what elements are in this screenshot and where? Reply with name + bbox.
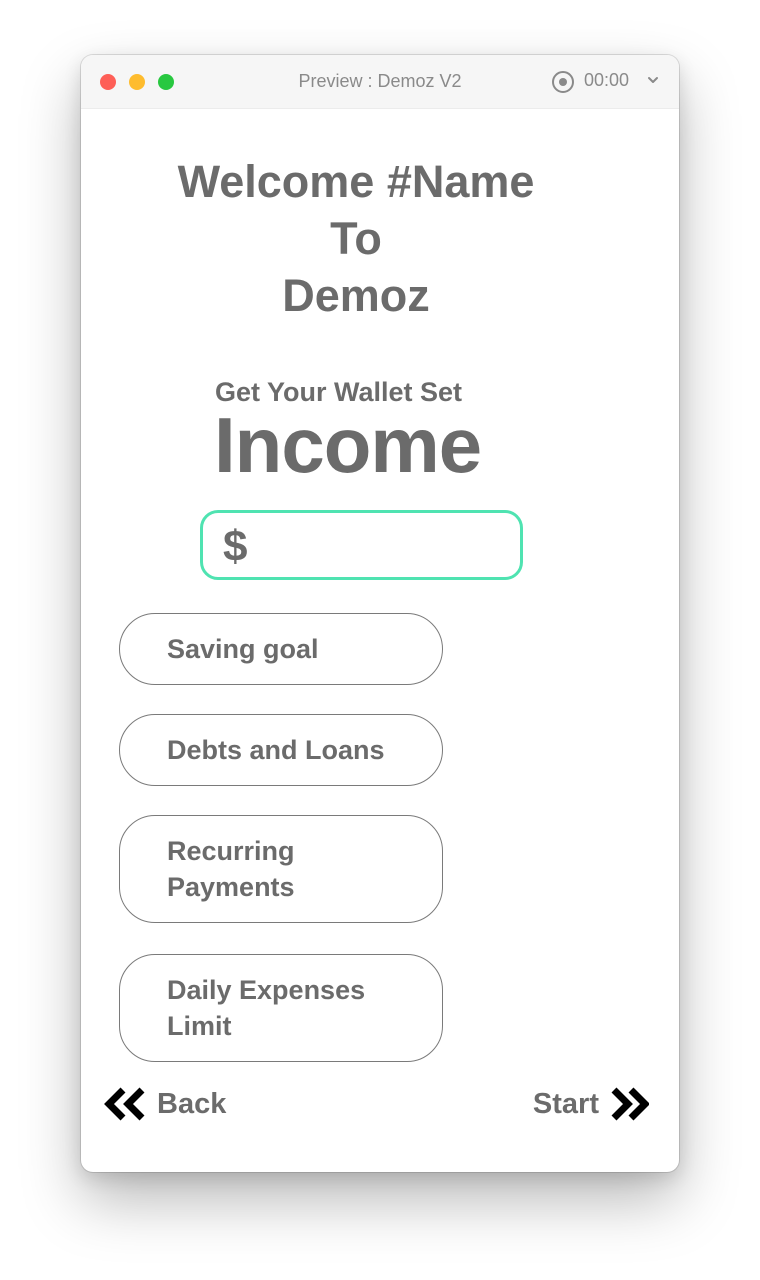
currency-symbol: $ <box>223 522 248 571</box>
record-icon[interactable] <box>552 71 574 93</box>
welcome-heading: Welcome #Name To Demoz <box>141 153 571 324</box>
option-label-line-2: Payments <box>167 872 295 902</box>
option-label: Saving goal <box>167 634 319 664</box>
option-label-line-1: Recurring <box>167 836 295 866</box>
double-chevron-left-icon <box>104 1087 145 1121</box>
income-input[interactable]: $ <box>200 510 523 580</box>
recurring-payments-button[interactable]: Recurring Payments <box>119 815 443 923</box>
debts-and-loans-button[interactable]: Debts and Loans <box>119 714 443 786</box>
back-button[interactable]: Back <box>103 1084 226 1124</box>
record-timer: 00:00 <box>584 70 630 90</box>
welcome-line-1: Welcome #Name <box>177 156 535 207</box>
back-label: Back <box>157 1087 227 1120</box>
income-title: Income <box>214 401 482 489</box>
option-label: Debts and Loans <box>167 735 385 765</box>
option-label-line-1: Daily Expenses <box>167 975 366 1005</box>
title-bar: Preview : Demoz V2 00:00 <box>81 55 679 109</box>
saving-goal-button[interactable]: Saving goal <box>119 613 443 685</box>
start-label: Start <box>532 1087 599 1120</box>
start-button[interactable]: Start <box>533 1084 649 1124</box>
double-chevron-right-icon <box>611 1087 649 1121</box>
welcome-line-2: To <box>330 213 382 264</box>
option-label-line-2: Limit <box>167 1011 232 1041</box>
preview-window: Preview : Demoz V2 00:00 Welcome #Name T… <box>81 55 679 1172</box>
daily-expenses-limit-button[interactable]: Daily Expenses Limit <box>119 954 443 1062</box>
chevron-down-icon[interactable] <box>646 73 660 87</box>
welcome-line-3: Demoz <box>282 270 430 321</box>
